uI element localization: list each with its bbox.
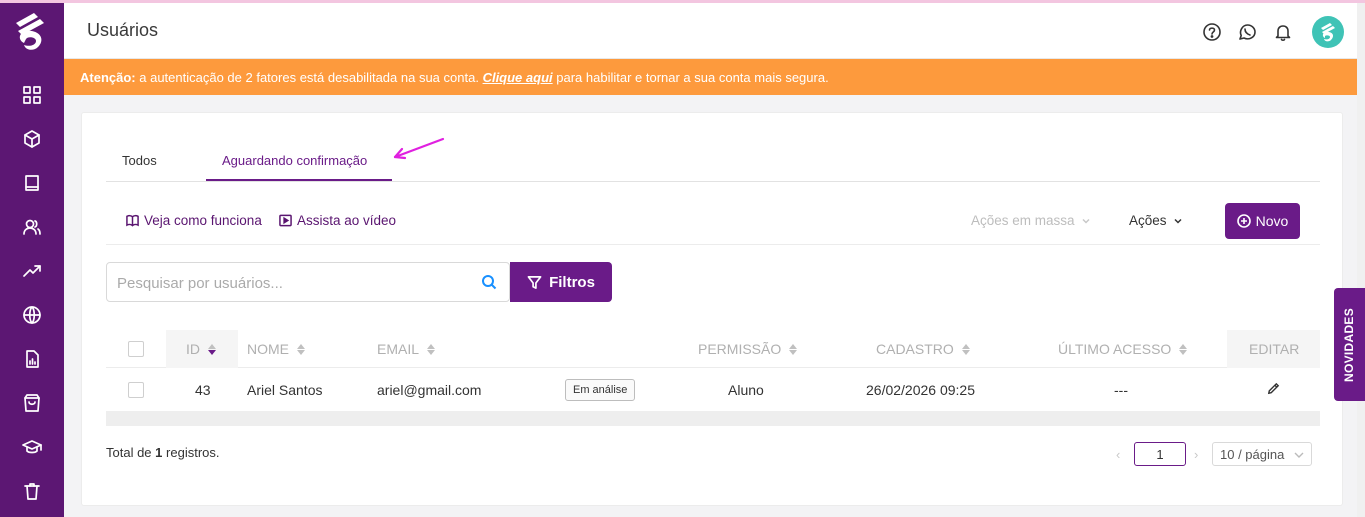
trending-icon[interactable] bbox=[20, 259, 44, 283]
sort-icon bbox=[1179, 343, 1188, 355]
filters-button[interactable]: Filtros bbox=[510, 262, 612, 302]
report-icon[interactable] bbox=[20, 347, 44, 371]
table-horizontal-scrollbar[interactable] bbox=[106, 411, 1320, 426]
select-all-checkbox[interactable] bbox=[128, 341, 144, 357]
watch-video-link[interactable]: Assista ao vídeo bbox=[279, 213, 396, 228]
users-card: Todos Aguardando confirmação Veja como f… bbox=[81, 112, 1343, 506]
users-icon[interactable] bbox=[20, 215, 44, 239]
table-header: ID NOME EMAIL PERMISSÃO CADASTRO ÚLTIMO … bbox=[106, 330, 1320, 368]
search-box bbox=[106, 262, 510, 302]
total-records: Total de 1 registros. bbox=[106, 445, 220, 460]
page-size-select[interactable]: 10 / página bbox=[1212, 442, 1312, 466]
how-it-works-label: Veja como funciona bbox=[144, 213, 262, 228]
toolbar-divider bbox=[106, 244, 1320, 245]
column-permissao[interactable]: PERMISSÃO bbox=[698, 341, 798, 357]
alert-message: a autenticação de 2 fatores está desabil… bbox=[139, 70, 479, 85]
prev-page-icon[interactable]: ‹ bbox=[1116, 447, 1120, 462]
search-icon[interactable] bbox=[481, 274, 499, 292]
new-user-button[interactable]: Novo bbox=[1225, 203, 1300, 239]
logo[interactable] bbox=[10, 9, 54, 57]
sidebar bbox=[0, 3, 64, 517]
globe-icon[interactable] bbox=[20, 303, 44, 327]
next-page-icon[interactable]: › bbox=[1194, 447, 1198, 462]
column-editar: EDITAR bbox=[1249, 341, 1300, 357]
search-input[interactable] bbox=[117, 272, 467, 294]
page-scrollbar[interactable] bbox=[1357, 3, 1365, 517]
row-checkbox[interactable] bbox=[128, 382, 144, 398]
column-nome[interactable]: NOME bbox=[247, 341, 305, 357]
enable-2fa-link[interactable]: Clique aqui bbox=[483, 70, 553, 85]
column-id[interactable]: ID bbox=[186, 341, 216, 357]
how-it-works-link[interactable]: Veja como funciona bbox=[126, 213, 262, 228]
book-icon[interactable] bbox=[20, 171, 44, 195]
cell-id: 43 bbox=[195, 382, 211, 398]
avatar[interactable] bbox=[1312, 16, 1344, 48]
new-button-label: Novo bbox=[1255, 213, 1289, 229]
filter-icon bbox=[527, 275, 542, 289]
sort-icon bbox=[961, 343, 970, 355]
novidades-label: NOVIDADES bbox=[1342, 307, 1357, 382]
tabs-divider bbox=[106, 181, 1320, 182]
actions-label: Ações bbox=[1129, 213, 1167, 228]
tab-aguardando-confirmacao[interactable]: Aguardando confirmação bbox=[222, 153, 367, 168]
watch-video-label: Assista ao vídeo bbox=[297, 213, 397, 228]
bag-icon[interactable] bbox=[20, 391, 44, 415]
graduation-cap-icon[interactable] bbox=[20, 435, 44, 459]
bulk-actions-label: Ações em massa bbox=[971, 213, 1075, 228]
cell-email: ariel@gmail.com bbox=[377, 382, 482, 398]
bell-icon[interactable] bbox=[1272, 21, 1294, 43]
dashboard-icon[interactable] bbox=[20, 83, 44, 107]
annotation-arrow bbox=[393, 137, 445, 160]
two-factor-alert: Atenção: a autenticação de 2 fatores est… bbox=[64, 59, 1357, 95]
sort-icon bbox=[427, 343, 436, 355]
alert-suffix: para habilitar e tornar a sua conta mais… bbox=[556, 70, 829, 85]
cube-icon[interactable] bbox=[20, 127, 44, 151]
cell-registered: 26/02/2026 09:25 bbox=[866, 382, 975, 398]
filters-label: Filtros bbox=[549, 273, 595, 291]
plus-circle-icon bbox=[1236, 214, 1251, 228]
play-icon bbox=[279, 214, 292, 227]
page-title: Usuários bbox=[87, 20, 159, 40]
actions-dropdown[interactable]: Ações bbox=[1129, 213, 1183, 228]
book-open-icon bbox=[126, 214, 139, 227]
trash-icon[interactable] bbox=[20, 479, 44, 503]
chevron-down-icon bbox=[1082, 218, 1090, 224]
edit-pencil-icon[interactable] bbox=[1266, 381, 1282, 397]
sort-icon bbox=[297, 343, 305, 355]
current-page-button[interactable]: 1 bbox=[1134, 442, 1186, 466]
whatsapp-icon[interactable] bbox=[1236, 21, 1258, 43]
top-header: Usuários bbox=[64, 3, 1357, 59]
chevron-down-icon bbox=[1174, 218, 1182, 224]
help-icon[interactable] bbox=[1201, 21, 1223, 43]
alert-prefix: Atenção: bbox=[80, 70, 136, 85]
novidades-tab[interactable]: NOVIDADES bbox=[1334, 288, 1365, 401]
status-badge: Em análise bbox=[565, 379, 636, 401]
tab-todos[interactable]: Todos bbox=[122, 153, 157, 168]
cell-name: Ariel Santos bbox=[247, 382, 323, 398]
sort-icon bbox=[208, 343, 216, 355]
chevron-down-icon bbox=[1294, 452, 1304, 458]
column-cadastro[interactable]: CADASTRO bbox=[876, 341, 970, 357]
total-count: 1 bbox=[155, 445, 163, 460]
table-row: 43 Ariel Santos ariel@gmail.com Em análi… bbox=[106, 368, 1320, 411]
bulk-actions-dropdown[interactable]: Ações em massa bbox=[971, 213, 1091, 228]
column-email[interactable]: EMAIL bbox=[377, 341, 436, 357]
column-ultimo-acesso[interactable]: ÚLTIMO ACESSO bbox=[1058, 341, 1188, 357]
cell-permission: Aluno bbox=[728, 382, 764, 398]
sort-icon bbox=[789, 343, 798, 355]
cell-last-access: --- bbox=[1114, 382, 1128, 398]
